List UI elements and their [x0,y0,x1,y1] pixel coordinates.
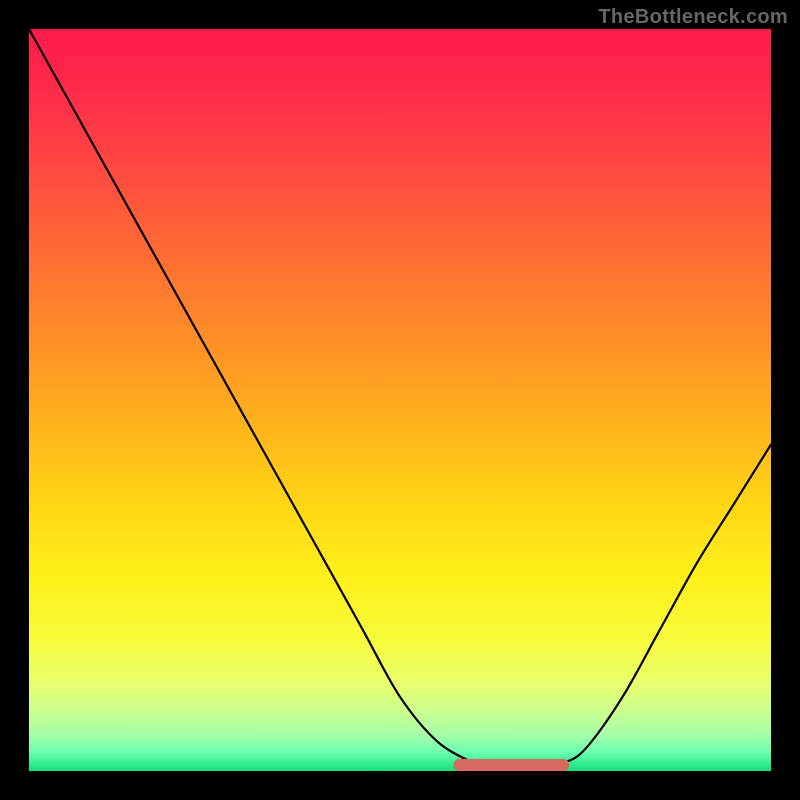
bottleneck-curve [29,29,771,771]
chart-frame: TheBottleneck.com [0,0,800,800]
plot-area [29,29,771,771]
curve-svg [29,29,771,771]
brand-watermark: TheBottleneck.com [598,6,788,29]
